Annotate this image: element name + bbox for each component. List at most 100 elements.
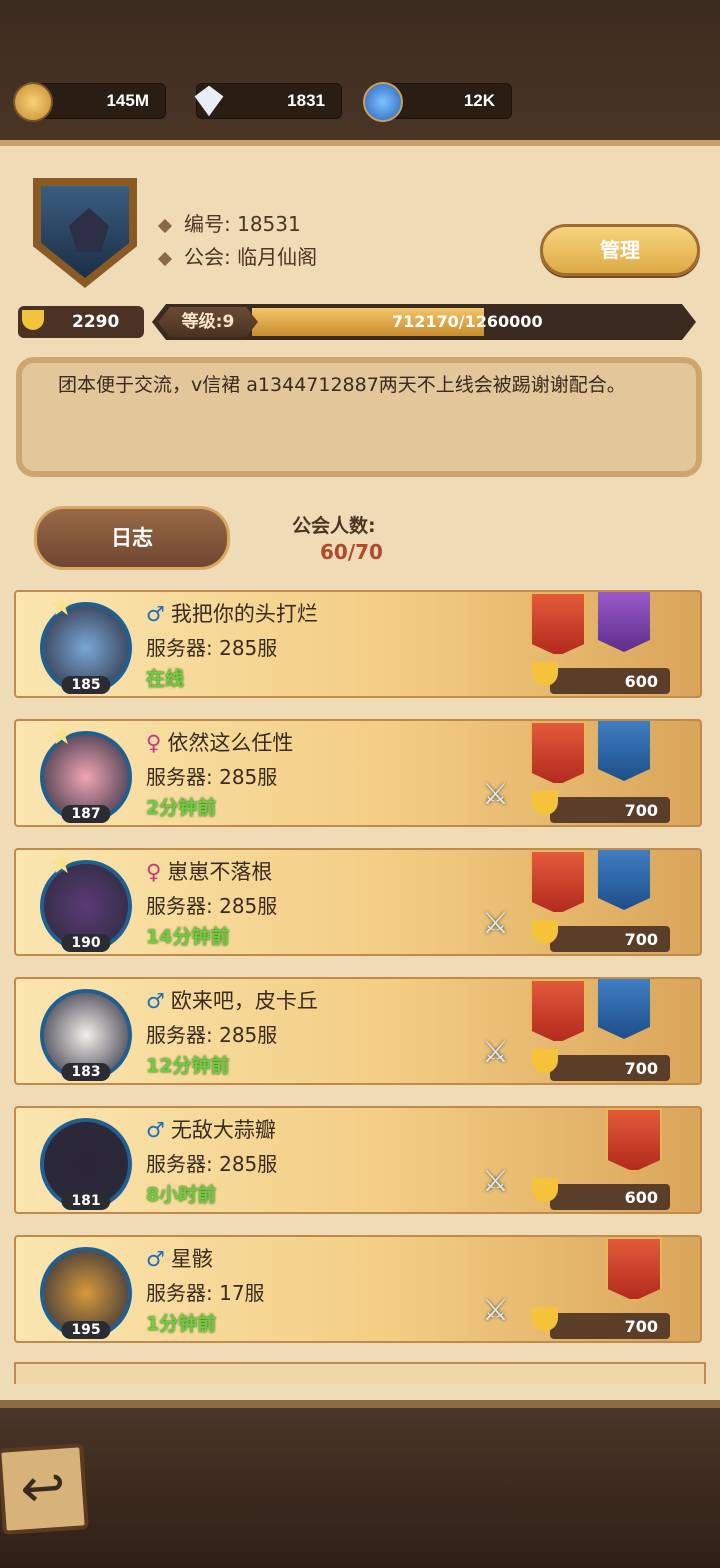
red-banner-icon — [606, 1237, 662, 1301]
member-status: 1分钟前 — [146, 1313, 217, 1335]
guild-name: 公会: 临月仙阁 — [157, 241, 317, 270]
member-trophies: 700 — [532, 791, 670, 823]
gender-icon: ♀ — [146, 860, 162, 884]
resource-diamond-value: 1831 — [287, 91, 325, 110]
back-arrow-icon[interactable]: ↩ — [0, 1443, 89, 1535]
member-trophies-value: 700 — [624, 930, 658, 949]
guild-notice[interactable]: 团本便于交流，v信裙 a1344712887两天不上线会被踢谢谢配合。 — [16, 357, 702, 477]
member-name: 我把你的头打烂 — [170, 602, 318, 626]
member-level: 183 — [61, 1063, 111, 1081]
member-trophies-value: 700 — [624, 801, 658, 820]
member-row-partial — [14, 1362, 706, 1384]
member-trophies-value: 600 — [624, 672, 658, 691]
gender-icon: ♂ — [146, 1247, 165, 1271]
resource-gold-value: 145M — [106, 91, 149, 110]
bottom-bar — [0, 1400, 720, 1568]
top-resource-bar: 145M 1831 12K — [0, 0, 720, 140]
gold-coin-icon — [13, 82, 53, 122]
member-row[interactable]: 187 ★ ♀ 依然这么任性服务器: 285服 2分钟前 ⚔ 700 — [14, 719, 702, 827]
member-server: 服务器: 285服 — [146, 1023, 278, 1047]
member-avatar[interactable]: 195 — [40, 1247, 132, 1339]
member-row[interactable]: 183 ♂ 欧来吧，皮卡丘服务器: 285服 12分钟前 ⚔ 700 — [14, 977, 702, 1085]
blue-banner-icon — [598, 721, 650, 781]
member-name: 星骸 — [170, 1247, 213, 1271]
member-server: 服务器: 285服 — [146, 1152, 278, 1176]
red-banner-icon — [530, 721, 586, 785]
resource-gem-value: 12K — [463, 91, 495, 110]
level-label: 等级:9 — [158, 307, 258, 337]
red-banner-icon — [530, 850, 586, 914]
member-name: 无敌大蒜瓣 — [170, 1118, 276, 1142]
member-row[interactable]: 190 ★ ♀ 崽崽不落根服务器: 285服 14分钟前 ⚔ 700 — [14, 848, 702, 956]
member-server: 服务器: 285服 — [146, 765, 278, 789]
member-row[interactable]: 185 ★ ♂ 我把你的头打烂 服务器: 285服 在线 600 — [14, 590, 702, 698]
member-server: 服务器: 285服 — [146, 894, 278, 918]
star-icon: ★ — [50, 592, 74, 622]
red-banner-icon — [606, 1108, 662, 1172]
crossed-swords-icon[interactable]: ⚔ — [482, 777, 516, 812]
member-name: 崽崽不落根 — [167, 860, 273, 884]
member-name-line: ♂ 我把你的头打烂 — [146, 598, 318, 628]
member-trophies: 600 — [532, 1178, 670, 1210]
member-name-line: ♂ 无敌大蒜瓣 — [146, 1114, 276, 1144]
crossed-swords-icon[interactable]: ⚔ — [482, 906, 516, 941]
resource-gold[interactable]: 145M — [13, 82, 166, 122]
blue-gem-icon — [363, 82, 403, 122]
guild-id: 编号: 18531 — [157, 208, 301, 237]
member-status: 14分钟前 — [146, 926, 230, 948]
blue-banner-icon — [598, 850, 650, 910]
member-row[interactable]: 195 ♂ 星骸服务器: 17服 1分钟前 ⚔ 700 — [14, 1235, 702, 1343]
guild-trophies-value: 2290 — [72, 312, 120, 332]
gender-icon: ♂ — [146, 989, 165, 1013]
member-name-line: ♂ 欧来吧，皮卡丘 — [146, 985, 318, 1015]
trophy-icon — [22, 310, 44, 330]
crossed-swords-icon[interactable]: ⚔ — [482, 1035, 516, 1070]
member-level: 187 — [61, 805, 111, 823]
blue-banner-icon — [598, 979, 650, 1039]
member-trophies-value: 700 — [624, 1317, 658, 1336]
member-status: 8小时前 — [146, 1184, 217, 1206]
star-icon: ★ — [50, 850, 74, 880]
member-count-label: 公会人数: — [292, 515, 376, 537]
member-status: 2分钟前 — [146, 797, 217, 819]
member-name: 欧来吧，皮卡丘 — [170, 989, 318, 1013]
member-trophies-value: 600 — [624, 1188, 658, 1207]
member-avatar[interactable]: 183 — [40, 989, 132, 1081]
guild-level-bar: 等级:9 712170/1260000 — [152, 304, 696, 340]
trophy-icon — [532, 1178, 558, 1202]
trophy-icon — [532, 920, 558, 944]
member-status: 在线 — [146, 668, 185, 690]
member-trophies-value: 700 — [624, 1059, 658, 1078]
member-server: 服务器: 285服 — [146, 636, 278, 660]
guild-trophies: 2290 — [18, 306, 144, 338]
purple-banner-icon — [598, 592, 650, 652]
member-trophies: 700 — [532, 920, 670, 952]
member-count-value: 60/70 — [320, 540, 383, 564]
diamond-icon — [194, 85, 224, 117]
member-server: 服务器: 17服 — [146, 1281, 265, 1305]
trophy-icon — [532, 1307, 558, 1331]
red-banner-icon — [530, 979, 586, 1043]
manage-button[interactable]: 管理 — [540, 224, 700, 276]
trophy-icon — [532, 791, 558, 815]
resource-gem[interactable]: 12K — [363, 82, 512, 122]
gender-icon: ♀ — [146, 731, 162, 755]
star-icon: ★ — [50, 721, 74, 751]
resource-diamond[interactable]: 1831 — [194, 83, 342, 119]
crossed-swords-icon[interactable]: ⚔ — [482, 1293, 516, 1328]
member-name-line: ♀ 依然这么任性 — [146, 727, 293, 757]
crossed-swords-icon[interactable]: ⚔ — [482, 1164, 516, 1199]
member-level: 190 — [61, 934, 111, 952]
member-trophies: 700 — [532, 1049, 670, 1081]
member-status: 12分钟前 — [146, 1055, 230, 1077]
member-trophies: 700 — [532, 1307, 670, 1339]
member-avatar[interactable]: 181 — [40, 1118, 132, 1210]
log-button[interactable]: 日志 — [34, 506, 230, 570]
member-level: 195 — [61, 1321, 111, 1339]
wolf-emblem-icon — [69, 208, 109, 252]
member-trophies: 600 — [532, 662, 670, 694]
member-name: 依然这么任性 — [167, 731, 294, 755]
red-banner-icon — [530, 592, 586, 656]
member-row[interactable]: 181 ♂ 无敌大蒜瓣服务器: 285服 8小时前 ⚔ 600 — [14, 1106, 702, 1214]
trophy-icon — [532, 1049, 558, 1073]
